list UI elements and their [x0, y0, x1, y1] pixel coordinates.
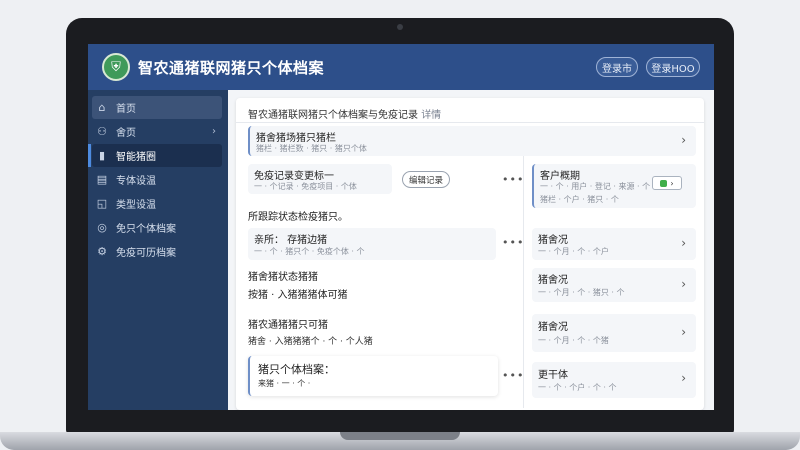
text-line: 猪农通猪猪只可猪: [248, 320, 328, 331]
status-dot-icon: [660, 179, 668, 187]
top-header: ⛨ 智农通猪联网猪只个体档案 登录市 登录HOO: [88, 44, 714, 90]
chevron-right-icon[interactable]: ›: [681, 133, 686, 147]
list-item[interactable]: 猪只个体档案： 来猪 · 一 · 个 ·: [248, 356, 498, 396]
sidebar-item-label: 智能猪圈: [116, 152, 156, 163]
settings-circle-icon: ◎: [97, 221, 107, 234]
list-item[interactable]: 客户概期 一 · 个 · 用户 · 登记 · 来源 · 个 猪栏 · 个户 · …: [532, 164, 696, 208]
chevron-right-icon: ›: [212, 126, 216, 137]
list-item[interactable]: 更干体 一 · 个 · 个户 · 个 · 个 ›: [532, 362, 696, 398]
login-button[interactable]: 登录市: [596, 57, 638, 77]
sidebar-item-label: 专体设温: [116, 176, 156, 187]
sidebar-item-farm[interactable]: ⚇ 舍页 ›: [92, 120, 222, 143]
sidebar-item-pig-profile[interactable]: ◎ 免只个体档案: [92, 216, 222, 239]
page-title: 智农通猪联网猪只个体档案与免疫记录 详情: [248, 110, 442, 121]
sidebar-item-label: 免疫可历档案: [116, 248, 176, 259]
chevron-right-icon[interactable]: ›: [681, 236, 686, 250]
chart-bars-icon: ▮: [98, 149, 106, 162]
app-screen: ⛨ 智农通猪联网猪只个体档案 登录市 登录HOO ⌂ 首页 ⚇ 舍页 › ▮ 智…: [88, 44, 714, 410]
arrow-icon: ›: [670, 178, 674, 188]
app-title: 智农通猪联网猪只个体档案: [138, 58, 325, 77]
sidebar-item-label: 类型设温: [116, 200, 156, 211]
text-line: 猪舍 · 入猪猪猪个 · 个 · 个人猪: [248, 337, 373, 347]
list-item[interactable]: 免疫记录变更标一 一 · 个记录 · 免疫项目 · 个体: [248, 164, 392, 194]
document-icon: ▤: [96, 173, 108, 186]
chevron-right-icon[interactable]: ›: [681, 325, 686, 339]
box-icon: ◱: [96, 197, 108, 210]
divider: [236, 122, 704, 123]
app-logo-icon: ⛨: [102, 53, 130, 81]
chevron-right-icon[interactable]: ›: [681, 371, 686, 385]
list-item[interactable]: 亲所： 存猪边猪 一 · 个 · 猪只个 · 免疫个体 · 个: [248, 228, 496, 260]
main-panel: 智农通猪联网猪只个体档案与免疫记录 详情 猪舍猪场猪只猪栏 猪栏 · 猪栏数 ·…: [236, 98, 704, 410]
edit-record-button[interactable]: 编辑记录: [402, 171, 450, 188]
home-icon: ⌂: [98, 101, 106, 114]
text-line: 猪舍猪状态猪猪: [248, 272, 318, 283]
list-item[interactable]: 猪舍猪场猪只猪栏 猪栏 · 猪栏数 · 猪只 · 猪只个体 ›: [248, 126, 696, 156]
sidebar-item-label: 免只个体档案: [116, 224, 176, 235]
sidebar-item-type[interactable]: ◱ 类型设温: [92, 192, 222, 215]
list-item[interactable]: 猪舍况 一 · 个月 · 个 · 猪只 · 个 ›: [532, 268, 696, 302]
sidebar-item-immunity[interactable]: ⚙ 免疫可历档案: [92, 240, 222, 263]
account-button[interactable]: 登录HOO: [646, 57, 700, 77]
more-options-icon[interactable]: •••: [502, 236, 524, 249]
sidebar-item-label: 首页: [116, 104, 136, 115]
sidebar: ⌂ 首页 ⚇ 舍页 › ▮ 智能猪圈 ▤ 专体设温 ◱ 类型设温 ◎ 免只个体档…: [88, 90, 228, 410]
text-line: 所跟踪状态检疫猪只。: [248, 212, 348, 223]
list-item[interactable]: 猪舍况 一 · 个月 · 个 · 个户 ›: [532, 228, 696, 260]
list-item[interactable]: 猪舍况 一 · 个月 · 个 · 个猪 ›: [532, 314, 696, 352]
users-icon: ⚇: [97, 125, 107, 138]
status-badge[interactable]: ›: [652, 176, 682, 190]
more-options-icon[interactable]: •••: [502, 369, 524, 382]
sidebar-item-temperature[interactable]: ▤ 专体设温: [92, 168, 222, 191]
chevron-right-icon[interactable]: ›: [681, 277, 686, 291]
gear-icon: ⚙: [97, 245, 107, 258]
sidebar-item-home[interactable]: ⌂ 首页: [92, 96, 222, 119]
more-options-icon[interactable]: •••: [502, 173, 524, 186]
webcam: [397, 24, 403, 30]
sidebar-item-label: 舍页: [116, 128, 136, 139]
laptop-notch: [340, 432, 460, 440]
sidebar-item-smart-pen[interactable]: ▮ 智能猪圈: [88, 144, 222, 167]
text-line: 按猪 · 入猪猪猪体可猪: [248, 290, 348, 301]
